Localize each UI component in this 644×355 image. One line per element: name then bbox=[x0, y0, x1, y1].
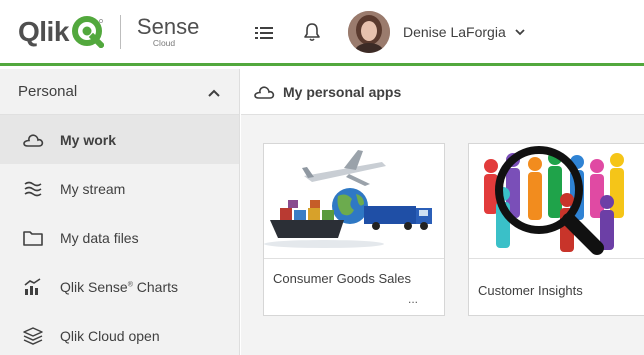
folder-icon bbox=[23, 230, 43, 246]
qlik-logo[interactable]: Qlik Sense Cloud bbox=[18, 14, 199, 50]
sidebar-item-qlik-cloud-open[interactable]: Qlik Cloud open bbox=[0, 311, 239, 355]
main-content: My personal apps Consumer Goods Sales ..… bbox=[241, 69, 644, 355]
app-card-consumer-goods-sales[interactable]: Consumer Goods Sales ... bbox=[263, 143, 445, 316]
sidebar-item-my-data-files[interactable]: My data files bbox=[0, 213, 239, 262]
sidebar-item-my-stream[interactable]: My stream bbox=[0, 164, 239, 213]
avatar[interactable] bbox=[348, 11, 390, 53]
bell-icon[interactable] bbox=[303, 22, 321, 42]
app-title: Customer Insights bbox=[478, 283, 583, 298]
label-suffix: Charts bbox=[132, 278, 178, 295]
sidebar-item-label: My work bbox=[60, 131, 117, 148]
cloud-icon bbox=[23, 133, 44, 147]
sidebar-item-label: Qlik Cloud open bbox=[60, 327, 160, 344]
app-card-customer-insights[interactable]: Customer Insights bbox=[468, 143, 644, 316]
sidebar-section-label: Personal bbox=[18, 83, 78, 100]
page-title: My personal apps bbox=[283, 83, 402, 100]
sidebar-item-label: My stream bbox=[60, 180, 126, 197]
label-main: Qlik Sense bbox=[60, 278, 128, 295]
sidebar-item-my-work[interactable]: My work bbox=[0, 115, 239, 164]
more-options-button[interactable]: ... bbox=[408, 292, 418, 306]
list-menu-icon[interactable] bbox=[255, 24, 273, 42]
sidebar-item-qlik-sense-charts[interactable]: Qlik Sense® Charts bbox=[0, 262, 239, 311]
user-photo bbox=[348, 11, 390, 53]
app-title: Consumer Goods Sales bbox=[273, 271, 412, 286]
charts-icon bbox=[24, 277, 41, 295]
product-name: Sense bbox=[136, 14, 200, 40]
people-magnifier-thumbnail-image bbox=[469, 144, 644, 258]
sidebar-item-label: Qlik Sense® Charts bbox=[60, 279, 178, 295]
product-subtitle: Cloud bbox=[152, 38, 176, 49]
stack-icon bbox=[23, 326, 43, 345]
logistics-thumbnail-image bbox=[264, 144, 444, 258]
product-name-block: Sense Cloud bbox=[137, 16, 199, 48]
top-bar: Qlik Sense Cloud Denise LaForgia bbox=[0, 0, 644, 66]
app-thumbnail bbox=[469, 144, 644, 259]
cloud-icon bbox=[254, 85, 275, 99]
stream-icon bbox=[24, 181, 42, 196]
sidebar-item-label: My data files bbox=[60, 229, 139, 246]
brand-name: Qlik bbox=[18, 16, 69, 47]
app-thumbnail bbox=[264, 144, 444, 259]
sidebar: Personal My work My stream My data files bbox=[0, 69, 240, 355]
content-header: My personal apps bbox=[241, 69, 644, 115]
logo-divider bbox=[119, 15, 121, 49]
sidebar-section-header[interactable]: Personal bbox=[0, 69, 239, 115]
chevron-down-icon[interactable] bbox=[514, 27, 526, 37]
chevron-up-icon[interactable] bbox=[207, 88, 221, 98]
user-name[interactable]: Denise LaForgia bbox=[403, 24, 506, 40]
qlik-q-icon bbox=[71, 16, 104, 48]
